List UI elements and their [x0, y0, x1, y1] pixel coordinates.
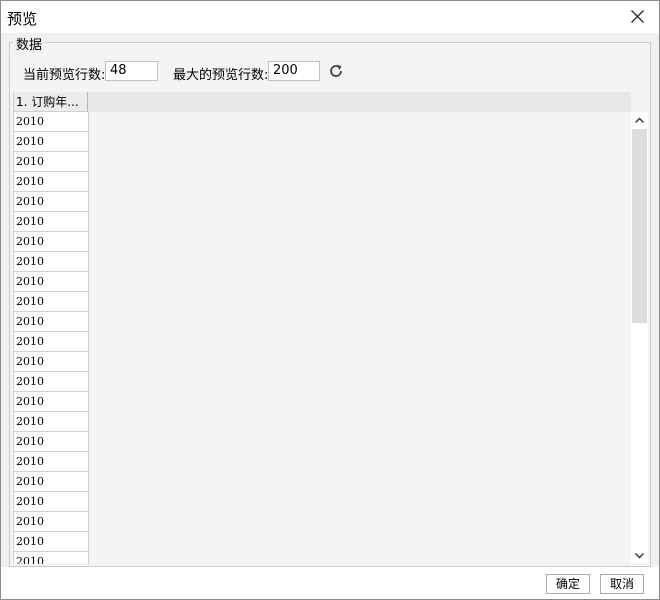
table-row[interactable]: 2010	[14, 112, 89, 132]
table-row[interactable]: 2010	[14, 232, 89, 252]
table-row[interactable]: 2010	[14, 472, 89, 492]
close-button[interactable]	[625, 5, 651, 29]
table-row[interactable]: 2010	[14, 272, 89, 292]
cancel-button[interactable]: 取消	[600, 574, 644, 594]
chevron-down-icon	[635, 553, 644, 559]
preview-grid: 1. 订购年... 2010 2010 2010 2010 2010 2010 2010 20…	[13, 92, 648, 564]
max-rows-input[interactable]	[268, 61, 320, 81]
ok-button[interactable]: 确定	[546, 574, 590, 594]
table-row[interactable]: 2010	[14, 292, 89, 312]
max-rows-label: 最大的预览行数:	[173, 68, 269, 83]
scroll-down-button[interactable]	[631, 547, 648, 564]
table-row[interactable]: 2010	[14, 372, 89, 392]
refresh-button[interactable]	[326, 61, 346, 81]
table-row[interactable]: 2010	[14, 532, 89, 552]
chevron-up-icon	[635, 117, 644, 123]
table-row[interactable]: 2010	[14, 152, 89, 172]
current-rows-label: 当前预览行数:	[23, 68, 106, 83]
table-row[interactable]: 2010	[14, 432, 89, 452]
table-row[interactable]: 2010	[14, 312, 89, 332]
table-row[interactable]: 2010	[14, 172, 89, 192]
table-row[interactable]: 2010	[14, 192, 89, 212]
table-row[interactable]: 2010	[14, 392, 89, 412]
scroll-thumb[interactable]	[632, 129, 647, 323]
table-row[interactable]: 2010	[14, 412, 89, 432]
table-row[interactable]: 2010	[14, 132, 89, 152]
column-header[interactable]: 1. 订购年...	[14, 92, 88, 112]
fieldset-legend: 数据	[13, 34, 46, 53]
column-body: 2010 2010 2010 2010 2010 2010 2010 2010 2010 2010…	[14, 112, 89, 564]
grid-header: 1. 订购年...	[14, 92, 631, 112]
dialog-content: 数据 当前预览行数: 最大的预览行数: 1. 订购年... 2010201020…	[1, 33, 659, 567]
title-bar: 预览	[1, 1, 659, 33]
table-row[interactable]: 2010	[14, 492, 89, 512]
scroll-up-button[interactable]	[631, 112, 648, 129]
refresh-icon	[330, 64, 342, 77]
vertical-scrollbar[interactable]	[631, 112, 648, 564]
current-rows-input[interactable]	[105, 61, 158, 81]
table-row[interactable]: 2010	[14, 332, 89, 352]
close-icon	[631, 10, 644, 23]
table-row[interactable]: 2010	[14, 452, 89, 472]
preview-dialog: 预览 数据 当前预览行数: 最大的预览行数: 1. 订购年... 2010201…	[0, 0, 660, 600]
table-row[interactable]: 2010	[14, 252, 89, 272]
table-row[interactable]: 2010	[14, 552, 89, 564]
table-row[interactable]: 2010	[14, 352, 89, 372]
window-title: 预览	[7, 10, 38, 28]
table-row[interactable]: 2010	[14, 212, 89, 232]
table-row[interactable]: 2010	[14, 512, 89, 532]
